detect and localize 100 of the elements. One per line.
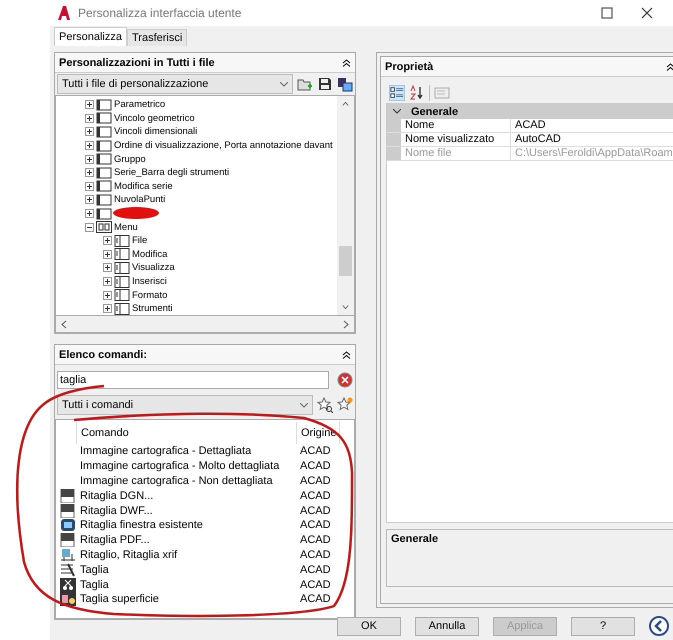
tree-item[interactable]: Strumenti (132, 303, 173, 314)
command-name[interactable]: Ritaglia DGN... (80, 490, 300, 502)
expand-toggle-icon[interactable] (103, 290, 112, 300)
command-origin: ACAD (300, 460, 331, 472)
trim-icon (60, 562, 76, 577)
dialog-button[interactable]: Annulla (415, 616, 479, 636)
scribble-mark (112, 206, 160, 220)
scroll-down-icon[interactable] (342, 303, 349, 312)
description-panel: Generale (386, 529, 673, 587)
horizontal-scrollbar[interactable] (55, 316, 355, 333)
tree-item[interactable]: Parametrico (114, 99, 166, 110)
menu-icon (114, 289, 130, 302)
save-as-icon[interactable] (337, 76, 353, 92)
close-icon[interactable] (639, 5, 655, 21)
command-name[interactable]: Taglia (80, 564, 300, 576)
new-star-icon[interactable] (337, 397, 353, 413)
expand-toggle-icon[interactable] (85, 114, 94, 123)
tree-item[interactable]: Menu (114, 222, 138, 233)
window-title: Personalizza interfaccia utente (78, 6, 242, 20)
property-name: Nome file (401, 147, 511, 160)
expand-toggle-icon[interactable] (103, 250, 112, 259)
property-value: C:\Users\Feroldi\AppData\Roam (514, 147, 673, 160)
tree-item[interactable]: Formato (132, 290, 168, 301)
dialog-button[interactable]: ? (571, 616, 635, 636)
toolbar-icon (96, 153, 112, 166)
tree-item[interactable]: Visualizza (132, 262, 175, 274)
filter-dropdown[interactable]: Tutti i comandi (57, 395, 313, 415)
tree-item[interactable]: NuvolaPunti (114, 194, 166, 206)
file-dropdown[interactable]: Tutti i file di personalizzazione (57, 74, 293, 94)
command-name[interactable]: Ritaglia PDF... (80, 534, 300, 546)
dialog-button[interactable]: OK (337, 616, 401, 636)
maximize-icon[interactable] (599, 5, 615, 21)
caret-icon (300, 402, 308, 408)
tree-item[interactable]: Serie_Barra degli strumenti (114, 167, 230, 178)
collapse-icon[interactable] (666, 62, 673, 71)
command-name[interactable]: Taglia superficie (80, 593, 300, 606)
toolbar-icon (96, 194, 112, 206)
scroll-right-icon[interactable] (343, 320, 350, 328)
command-name[interactable]: Immagine cartografica - Molto dettagliata (80, 460, 300, 472)
panel-title: Elenco comandi: (59, 348, 148, 360)
command-name[interactable]: Immagine cartografica - Non dettagliata (80, 474, 300, 487)
expand-toggle-icon[interactable] (103, 277, 112, 286)
expand-toggle-icon[interactable] (103, 263, 112, 272)
toolbar-icon (96, 208, 112, 220)
collapse-caret-icon[interactable] (393, 109, 401, 114)
expand-toggle-icon[interactable] (85, 182, 94, 191)
toolbar-icon (96, 98, 112, 111)
menu-icon (96, 221, 112, 234)
expand-toggle-icon[interactable] (85, 154, 94, 164)
expand-toggle-icon[interactable] (85, 127, 94, 136)
expand-toggle-icon[interactable] (85, 168, 94, 178)
property-value: ACAD (514, 119, 547, 132)
collapse-toggle-icon[interactable] (85, 222, 94, 232)
category-label: Generale (411, 106, 458, 118)
panel-title: Proprietà (385, 60, 434, 72)
scrollbar-thumb[interactable] (339, 246, 352, 276)
sort-alphabetical-icon[interactable] (409, 85, 425, 101)
tree-item[interactable]: File (132, 235, 148, 246)
star-search-icon[interactable] (317, 397, 333, 413)
expand-toggle-icon[interactable] (85, 141, 94, 150)
back-icon[interactable] (649, 616, 669, 636)
command-origin: ACAD (300, 578, 331, 591)
command-origin: ACAD (300, 534, 331, 546)
menu-icon (114, 234, 130, 247)
command-origin: ACAD (300, 548, 331, 561)
search-field[interactable]: taglia (57, 371, 329, 389)
expand-toggle-icon[interactable] (85, 100, 94, 110)
dropdown-value: Tutti i comandi (62, 399, 134, 411)
clear-icon[interactable] (337, 372, 353, 388)
scroll-up-icon[interactable] (342, 99, 349, 108)
column-header[interactable]: Comando (76, 422, 296, 444)
tree-item[interactable]: Modifica serie (114, 180, 173, 192)
collapse-icon[interactable] (342, 58, 351, 67)
categorized-icon[interactable] (389, 85, 405, 101)
scroll-left-icon[interactable] (60, 320, 67, 328)
command-name[interactable]: Ritaglia DWF... (80, 504, 300, 517)
collapse-icon[interactable] (342, 350, 351, 359)
command-name[interactable]: Immagine cartografica - Dettagliata (80, 445, 300, 458)
tree-item[interactable]: Gruppo (114, 154, 146, 165)
app-logo-icon (56, 5, 72, 21)
tree-item[interactable]: Ordine di visualizzazione, Porta annotazione davant (114, 140, 333, 152)
tab[interactable]: Trasferisci (126, 29, 188, 46)
save-icon[interactable] (317, 76, 333, 92)
expand-toggle-icon[interactable] (103, 236, 112, 246)
expand-toggle-icon[interactable] (85, 209, 94, 218)
toolbar-icon (96, 112, 112, 124)
tab[interactable]: Personalizza (54, 27, 127, 46)
command-name[interactable]: Ritaglia finestra esistente (80, 519, 300, 532)
command-origin: ACAD (300, 519, 331, 532)
tree-item[interactable]: Vincolo geometrico (114, 112, 195, 124)
tree-item[interactable]: Inserisci (132, 276, 167, 288)
caret-icon (280, 82, 288, 86)
vertical-scrollbar[interactable] (337, 96, 354, 315)
tree-item[interactable]: Modifica (132, 248, 168, 260)
command-name[interactable]: Taglia (80, 578, 300, 591)
expand-toggle-icon[interactable] (85, 195, 94, 204)
command-origin: ACAD (300, 564, 331, 576)
command-name[interactable]: Ritaglio, Ritaglia xrif (80, 548, 300, 561)
tree-item[interactable]: Vincoli dimensionali (114, 126, 198, 138)
expand-toggle-icon[interactable] (103, 304, 112, 314)
